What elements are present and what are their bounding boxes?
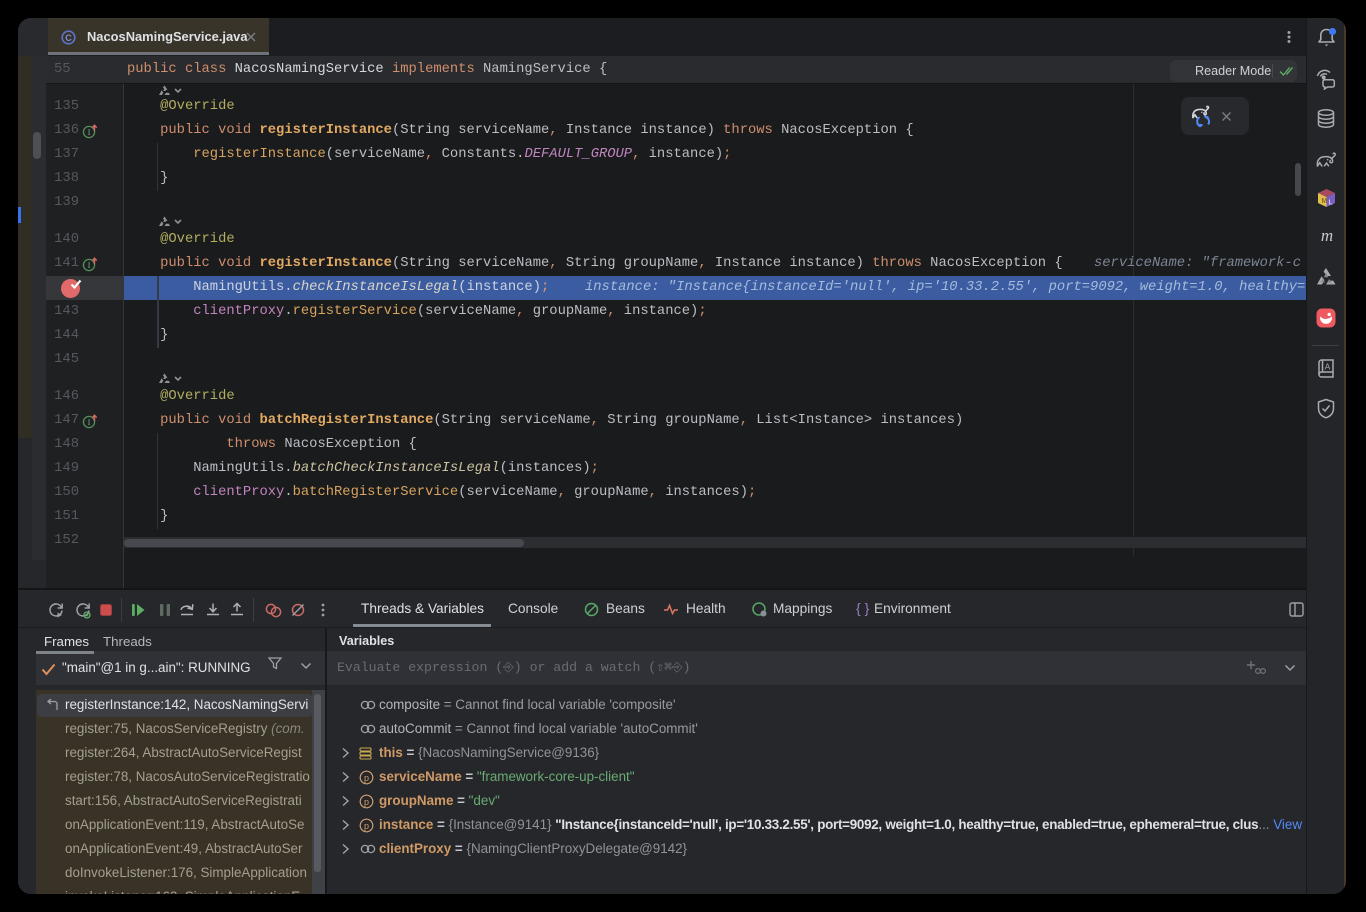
- svg-text:p: p: [364, 797, 369, 807]
- svg-text:I: I: [88, 417, 91, 427]
- svg-text:p: p: [364, 821, 369, 831]
- svg-text:A: A: [1325, 362, 1331, 372]
- svg-text:p: p: [364, 773, 369, 783]
- svg-text:L: L: [1329, 200, 1334, 207]
- svg-text:M: M: [1322, 198, 1328, 205]
- svg-text:I: I: [88, 127, 91, 137]
- svg-text:C: C: [65, 33, 72, 43]
- svg-text:I: I: [88, 260, 91, 270]
